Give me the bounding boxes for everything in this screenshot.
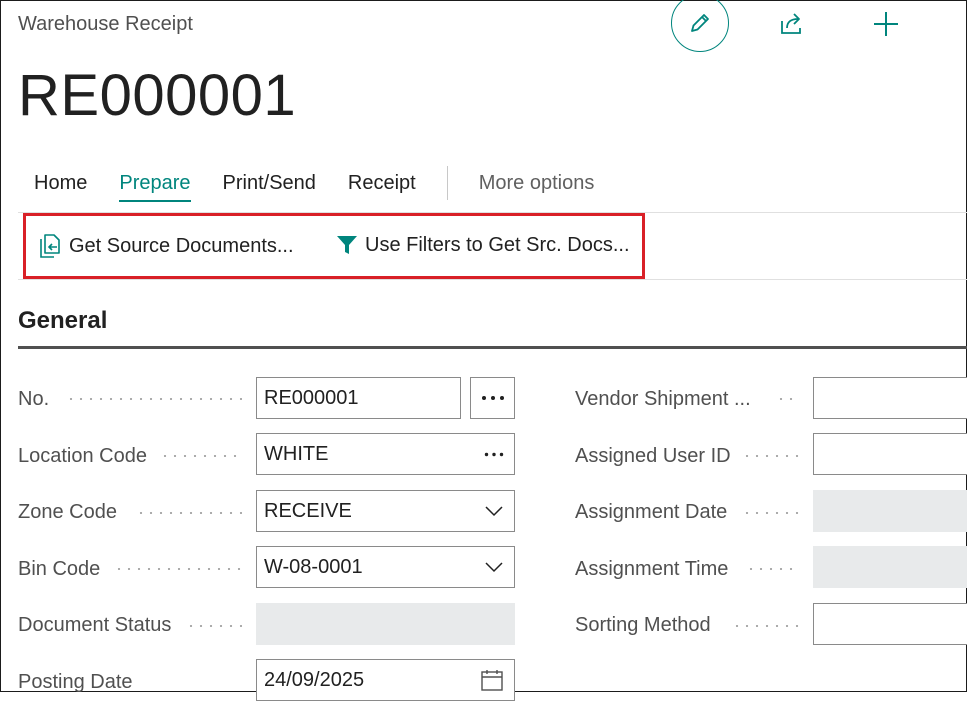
label-dots: [742, 512, 800, 514]
zone-code-dropdown[interactable]: RECEIVE: [256, 490, 515, 532]
location-code-assist[interactable]: [484, 434, 504, 474]
field-label-assigned-user-id: Assigned User ID: [575, 444, 731, 467]
field-label-vendor-shipment-no: Vendor Shipment ...: [575, 387, 751, 410]
label-dots: [114, 568, 242, 570]
breadcrumb: Warehouse Receipt: [18, 13, 193, 35]
field-label-location-code: Location Code: [18, 444, 147, 467]
tab-prepare[interactable]: Prepare: [103, 166, 206, 202]
new-button[interactable]: [866, 6, 906, 42]
field-label-assignment-date: Assignment Date: [575, 500, 728, 523]
tab-receipt[interactable]: Receipt: [332, 166, 432, 200]
field-label-no: No.: [18, 387, 50, 410]
new-icon: [874, 12, 898, 36]
edit-icon: [691, 14, 709, 32]
share-icon: [781, 13, 801, 34]
vendor-shipment-no-field[interactable]: [813, 377, 967, 419]
location-code-value: WHITE: [264, 442, 329, 465]
field-label-document-status: Document Status: [18, 613, 172, 636]
zone-code-value: RECEIVE: [264, 499, 352, 522]
page-title: RE000001: [18, 63, 297, 128]
chevron-down-icon: [484, 547, 504, 587]
more-options-button[interactable]: More options: [463, 166, 611, 200]
tab-print-send[interactable]: Print/Send: [207, 166, 332, 200]
label-dots: [160, 455, 242, 457]
label-dots: [732, 625, 800, 627]
tab-separator: [446, 166, 448, 200]
share-button[interactable]: [772, 6, 812, 42]
assignment-date-field: [813, 490, 967, 532]
highlight-box: [23, 213, 645, 279]
assignment-time-field: [813, 546, 967, 588]
field-label-bin-code: Bin Code: [18, 557, 101, 580]
label-dots: [66, 398, 242, 400]
tab-home[interactable]: Home: [18, 166, 103, 200]
more-icon: [484, 452, 504, 456]
field-label-zone-code: Zone Code: [18, 500, 117, 523]
label-dots: [742, 455, 800, 457]
assigned-user-id-field[interactable]: [813, 433, 967, 475]
field-label-assignment-time: Assignment Time: [575, 557, 729, 580]
no-field[interactable]: RE000001: [256, 377, 461, 419]
label-dots: [746, 568, 800, 570]
bin-code-dropdown[interactable]: W-08-0001: [256, 546, 515, 588]
posting-date-field[interactable]: 24/09/2025: [256, 659, 515, 701]
divider: [18, 279, 967, 280]
label-dots: [776, 398, 800, 400]
bin-code-value: W-08-0001: [264, 555, 363, 578]
sorting-method-field[interactable]: [813, 603, 967, 645]
posting-date-value: 24/09/2025: [264, 668, 365, 691]
section-rule: [18, 346, 967, 349]
chevron-down-icon: [484, 491, 504, 531]
field-label-posting-date: Posting Date: [18, 670, 133, 693]
label-dots: [186, 625, 242, 627]
label-dots: [136, 512, 242, 514]
calendar-icon[interactable]: [480, 660, 504, 700]
location-code-field[interactable]: WHITE: [256, 433, 515, 475]
document-status-field: [256, 603, 515, 645]
section-title-general: General: [18, 307, 108, 334]
field-label-sorting-method: Sorting Method: [575, 613, 711, 636]
action-bar-tabs: Home Prepare Print/Send Receipt More opt…: [18, 166, 610, 206]
more-icon: [481, 396, 504, 400]
no-assist-button[interactable]: [470, 377, 515, 419]
